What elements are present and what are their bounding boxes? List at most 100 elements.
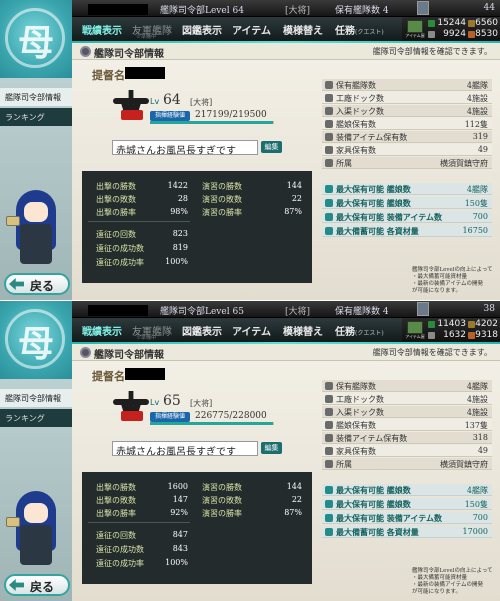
exp-progress-bar: [150, 422, 274, 425]
menu-tab-5[interactable]: 任務(クエスト): [335, 22, 384, 37]
info-icon: [325, 94, 333, 102]
sidebar-item-ranking[interactable]: ランキング: [0, 108, 72, 126]
rank-label: [大将]: [190, 98, 213, 107]
max-info-row: 最大備蓄可能 各資材量 17000: [322, 526, 492, 538]
menu-tab-0[interactable]: 戦績表示: [82, 323, 122, 338]
info-icon: [325, 421, 333, 429]
bauxite-value: 8530: [475, 29, 498, 39]
sidebar-item-ranking[interactable]: ランキング: [0, 409, 72, 427]
info-row: 保有艦隊数 4艦隊: [322, 380, 492, 392]
record-divider: [88, 522, 190, 523]
steel-icon: [428, 332, 435, 339]
max-info-icon: [325, 528, 333, 536]
rank-label: [大将]: [190, 399, 213, 408]
max-info-icon: [325, 514, 333, 522]
menu-tab-2[interactable]: 図鑑表示: [182, 323, 222, 338]
menu-tab-3[interactable]: アイテム: [232, 22, 271, 37]
info-row: 入渠ドック数 4施設: [322, 105, 492, 117]
back-button[interactable]: 戻る: [4, 273, 70, 295]
info-icon: [325, 395, 333, 403]
main-menu: 戦績表示 友軍艦隊 ※準備中 図鑑表示 アイテム 模様替え 任務(クエスト): [72, 318, 402, 342]
top-status-bar: 艦隊司令部Level 64 [大将] 保有艦隊数 4 44: [0, 0, 500, 17]
footnote: 艦隊司令部Levelの向上によって ・最大備蓄可能資材量 ・最新の装備アイテムの開発…: [412, 568, 493, 595]
rank-emblem-icon: [113, 88, 149, 124]
menu-tab-4[interactable]: 模様替え: [283, 22, 323, 37]
max-info-icon: [325, 213, 333, 221]
max-info-row: 最大保有可能 装備アイテム数 700: [322, 512, 492, 524]
info-icon: [325, 382, 333, 390]
info-row: 装備アイテム保有数 318: [322, 432, 492, 444]
hq-rank: [大将]: [285, 6, 311, 16]
ammo-value: 4202: [475, 319, 498, 329]
max-info-icon: [325, 486, 333, 494]
info-row: 家具保有数 49: [322, 445, 492, 457]
max-info-icon: [325, 227, 333, 235]
back-arrow-icon: [9, 579, 24, 591]
info-row: 所属 横須賀鎮守府: [322, 458, 492, 470]
menu-tab-0[interactable]: 戦績表示: [82, 22, 122, 37]
steel-value: 9924: [443, 29, 466, 39]
section-header: 艦隊司令部情報 艦隊司令部情報を確認できます。: [72, 344, 500, 361]
info-icon: [325, 107, 333, 115]
exp-badge: 指揮経験値: [150, 111, 190, 121]
info-icon: [325, 120, 333, 128]
bauxite-value: 9318: [475, 330, 498, 340]
secretary-ship-character: [6, 190, 64, 270]
sidebar-item-hq-info[interactable]: 艦隊司令部情報: [0, 389, 72, 407]
exp-progress-fill: [150, 121, 273, 124]
back-arrow-icon: [9, 278, 24, 290]
level-label: Lv: [150, 398, 160, 407]
info-icon: [325, 81, 333, 89]
info-icon: [325, 146, 333, 154]
info-row: 入渠ドック数 4施設: [322, 406, 492, 418]
exp-progress-bar: [150, 121, 274, 124]
fleet-count: 保有艦隊数 4: [335, 6, 389, 16]
info-row: 装備アイテム保有数 319: [322, 131, 492, 143]
page-note: 艦隊司令部情報を確認できます。: [372, 348, 492, 357]
section-header: 艦隊司令部情報 艦隊司令部情報を確認できます。: [72, 43, 500, 60]
comment-field[interactable]: 赤城さんお風呂長すぎです: [112, 441, 258, 456]
back-button[interactable]: 戻る: [4, 574, 70, 596]
exp-badge: 指揮経験値: [150, 412, 190, 422]
port-logo[interactable]: 母: [0, 0, 72, 78]
level-value: 65: [163, 393, 181, 409]
info-icon: [325, 447, 333, 455]
info-icon: [325, 460, 333, 468]
resource-panel: アイテム屋 11403 4202 1632 9318: [402, 318, 500, 342]
menu-tab-4[interactable]: 模様替え: [283, 323, 323, 338]
max-info-icon: [325, 199, 333, 207]
level-label: Lv: [150, 97, 160, 106]
max-info-row: 最大保有可能 艦娘数 150隻: [322, 197, 492, 209]
page-title: 艦隊司令部情報: [94, 350, 164, 361]
fuel-value: 15244: [437, 18, 466, 28]
menu-tab-sub: ※準備中: [136, 34, 157, 40]
port-logo[interactable]: 母: [0, 301, 72, 379]
resource-panel: アイテム屋 15244 6560 9924 8530: [402, 17, 500, 41]
redacted-admiral-name: [125, 67, 165, 79]
max-info-icon: [325, 500, 333, 508]
item-shop-button[interactable]: アイテム屋: [404, 18, 426, 40]
menu-tab-2[interactable]: 図鑑表示: [182, 22, 222, 37]
fuel-icon: [428, 321, 435, 328]
kanmusu-count: 38: [483, 304, 495, 314]
redacted-name: [88, 305, 148, 316]
kanmusu-icon: [417, 1, 429, 15]
steel-value: 1632: [443, 330, 466, 340]
menu-tab-5[interactable]: 任務(クエスト): [335, 323, 384, 338]
edit-comment-button[interactable]: 編集: [261, 141, 282, 153]
max-info-icon: [325, 185, 333, 193]
info-icon: [325, 159, 333, 167]
hq-rank: [大将]: [285, 307, 311, 317]
hq-info-panel: 保有艦隊数 4艦隊 工廠ドック数 4施設 入渠ドック数 4施設 艦娘保有数 112隻 装備アイテ…: [322, 79, 492, 237]
top-status-bar: 艦隊司令部Level 65 [大将] 保有艦隊数 4 38: [0, 301, 500, 318]
menu-tab-3[interactable]: アイテム: [232, 323, 271, 338]
edit-comment-button[interactable]: 編集: [261, 442, 282, 454]
fuel-icon: [428, 20, 435, 27]
logo-glyph: 母: [17, 22, 54, 64]
hq-info-screen: 艦隊司令部Level 65 [大将] 保有艦隊数 4 38 戦績表示 友軍艦隊 ※準備中 図鑑…: [0, 301, 500, 601]
sidebar-item-hq-info[interactable]: 艦隊司令部情報: [0, 88, 72, 106]
item-shop-button[interactable]: アイテム屋: [404, 319, 426, 341]
info-row: 艦娘保有数 112隻: [322, 118, 492, 130]
comment-field[interactable]: 赤城さんお風呂長すぎです: [112, 140, 258, 155]
secretary-ship-character: [6, 491, 64, 571]
